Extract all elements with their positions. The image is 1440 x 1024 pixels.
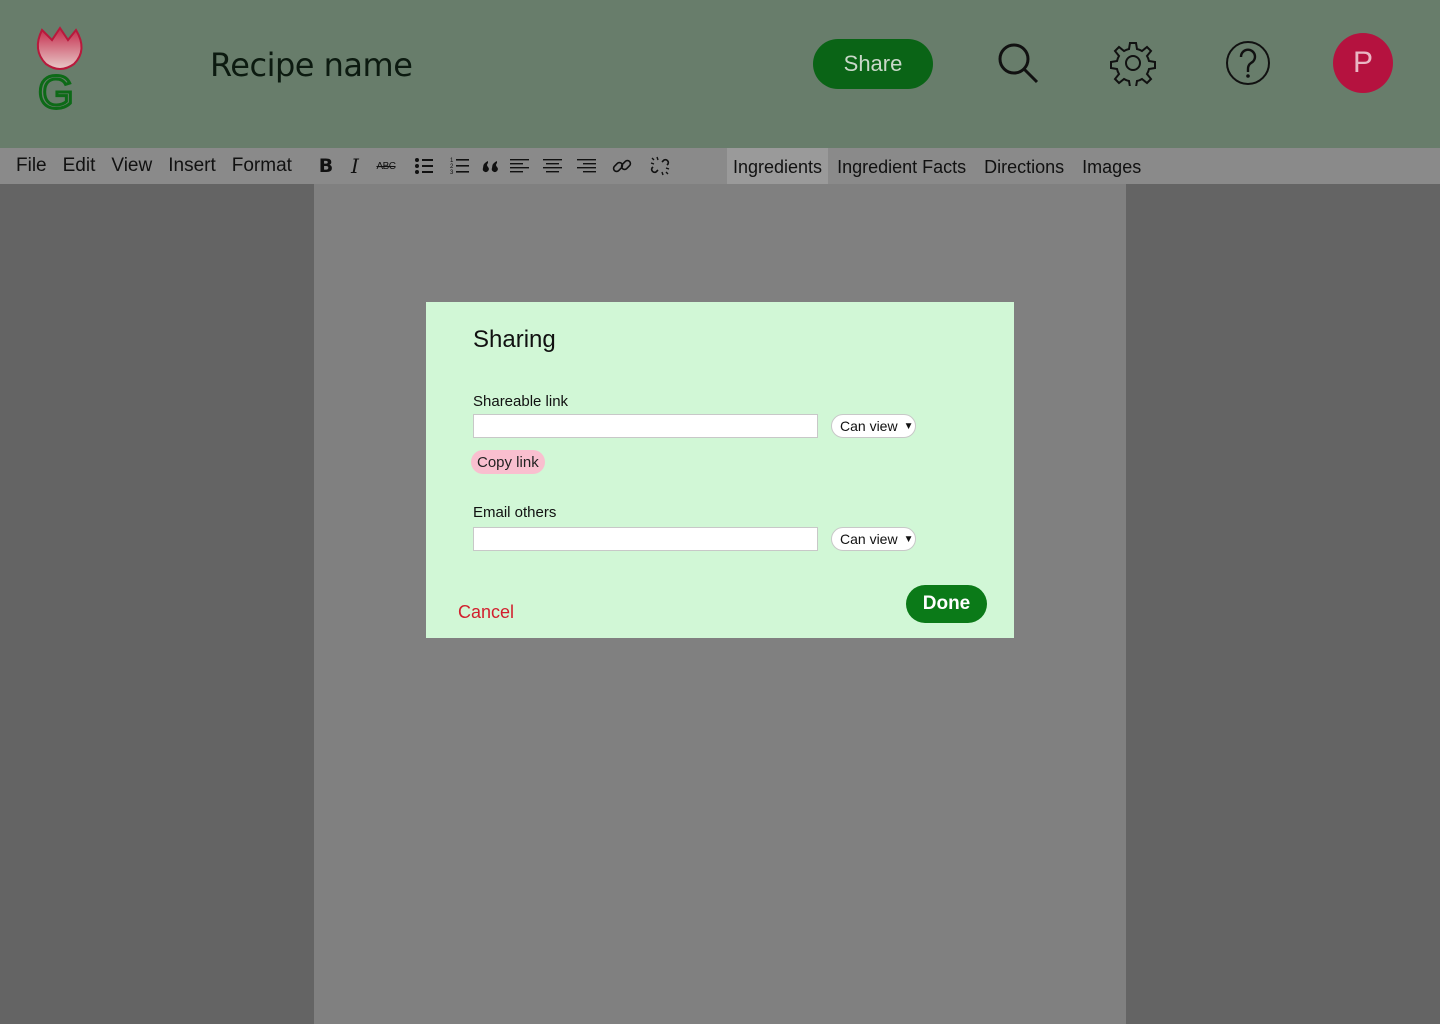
tab-ingredients[interactable]: Ingredients xyxy=(727,148,829,184)
link-permission-select[interactable]: Can view ▼ xyxy=(831,414,916,438)
chevron-down-icon: ▼ xyxy=(903,420,914,432)
blockquote-icon[interactable] xyxy=(476,148,504,184)
cancel-button[interactable]: Cancel xyxy=(458,602,514,623)
menu-view[interactable]: View xyxy=(103,148,160,184)
help-icon[interactable] xyxy=(1225,40,1271,86)
tab-directions[interactable]: Directions xyxy=(975,148,1073,184)
menu-bar: File Edit View Insert Format xyxy=(8,148,300,184)
logo-letter: G xyxy=(38,66,74,112)
shareable-link-label: Shareable link xyxy=(473,393,569,410)
align-right-icon[interactable] xyxy=(573,148,601,184)
search-icon[interactable] xyxy=(995,40,1041,86)
user-avatar[interactable]: P xyxy=(1333,33,1393,93)
email-others-input[interactable] xyxy=(473,527,818,551)
sharing-dialog: Sharing Shareable link Can view ▼ Copy l… xyxy=(426,302,1014,638)
bulleted-list-icon[interactable] xyxy=(410,148,438,184)
align-left-icon[interactable] xyxy=(506,148,534,184)
email-others-label: Email others xyxy=(473,504,557,521)
unlink-icon[interactable] xyxy=(646,148,674,184)
link-permission-value: Can view xyxy=(840,418,898,434)
menu-edit[interactable]: Edit xyxy=(55,148,104,184)
gear-icon[interactable] xyxy=(1110,40,1156,86)
strikethrough-icon[interactable]: ABC xyxy=(372,148,400,184)
tab-ingredient-facts[interactable]: Ingredient Facts xyxy=(828,148,975,184)
tab-images[interactable]: Images xyxy=(1073,148,1150,184)
menu-file[interactable]: File xyxy=(8,148,55,184)
italic-icon[interactable]: I xyxy=(341,148,369,184)
document-title[interactable]: Recipe name xyxy=(210,46,413,84)
copy-link-button[interactable]: Copy link xyxy=(471,450,545,474)
done-button[interactable]: Done xyxy=(906,585,987,623)
menu-format[interactable]: Format xyxy=(224,148,300,184)
email-permission-value: Can view xyxy=(840,531,898,547)
email-permission-select[interactable]: Can view ▼ xyxy=(831,527,916,551)
app-header: G Recipe name Share P xyxy=(0,0,1440,148)
share-button[interactable]: Share xyxy=(813,39,933,89)
app-logo[interactable]: G xyxy=(30,22,90,120)
section-tabs: Ingredients Ingredient Facts Directions … xyxy=(727,148,1150,184)
editor-toolbar: File Edit View Insert Format B I ABC 123… xyxy=(0,148,1440,184)
menu-insert[interactable]: Insert xyxy=(160,148,224,184)
numbered-list-icon[interactable]: 123 xyxy=(446,148,474,184)
align-center-icon[interactable] xyxy=(539,148,567,184)
svg-text:3: 3 xyxy=(450,170,454,175)
dialog-title: Sharing xyxy=(473,326,556,353)
link-icon[interactable] xyxy=(608,148,636,184)
shareable-link-input[interactable] xyxy=(473,414,818,438)
chevron-down-icon: ▼ xyxy=(903,533,914,545)
bold-icon[interactable]: B xyxy=(312,148,340,184)
